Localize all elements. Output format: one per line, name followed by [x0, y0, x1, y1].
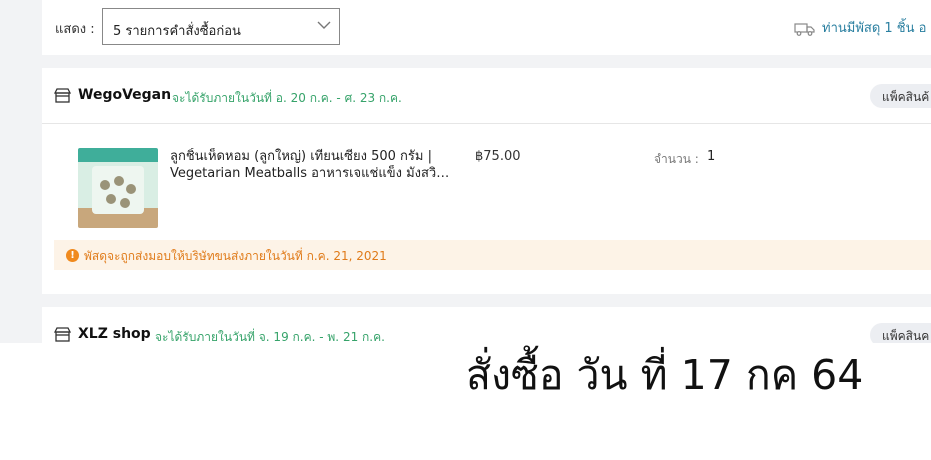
- product-name[interactable]: ลูกชิ้นเห็ดหอม (ลูกใหญ่) เทียนเซียง 500 …: [170, 148, 455, 182]
- product-package: [92, 166, 144, 214]
- shop-header: XLZ shop จะได้รับภายในวันที่ จ. 19 ก.ค. …: [42, 307, 931, 343]
- parcel-info-link[interactable]: ท่านมีพัสดุ 1 ชิ้น อ: [794, 17, 926, 38]
- delivery-estimate: จะได้รับภายในวันที่ อ. 20 ก.ค. - ศ. 23 ก…: [172, 91, 402, 105]
- product-name-line-1: ลูกชิ้นเห็ดหอม (ลูกใหญ่) เทียนเซียง 500 …: [170, 149, 432, 164]
- meatball: [114, 176, 124, 186]
- truck-icon: [794, 22, 815, 36]
- left-gutter: [0, 0, 42, 343]
- quantity-value: 1: [707, 149, 716, 164]
- product-name-line-2: Vegetarian Meatballs อาหารเจแช่แข็ง มังส…: [170, 166, 455, 181]
- order-count-select[interactable]: 5 รายการคำสั่งซื้อก่อน: [102, 8, 340, 45]
- product-image[interactable]: [78, 148, 158, 228]
- meatball: [126, 184, 136, 194]
- shipping-notice: ! พัสดุจะถูกส่งมอบให้บริษัทขนส่งภายในวัน…: [54, 240, 931, 270]
- meatball: [120, 198, 130, 208]
- chevron-down-icon: [317, 21, 331, 29]
- shop-name[interactable]: WegoVegan: [78, 87, 171, 103]
- store-icon: [54, 88, 71, 103]
- quantity-label: จำนวน :: [654, 152, 699, 166]
- delivery-estimate: จะได้รับภายในวันที่ จ. 19 ก.ค. - พ. 21 ก…: [155, 330, 385, 343]
- order-count-select-value: 5 รายการคำสั่งซื้อก่อน: [113, 24, 241, 39]
- order-toolbar: แสดง : 5 รายการคำสั่งซื้อก่อน ท่านมีพัสด…: [42, 0, 931, 55]
- order-list-screen: แสดง : 5 รายการคำสั่งซื้อก่อน ท่านมีพัสด…: [0, 0, 931, 343]
- meatball: [100, 180, 110, 190]
- shop-header: WegoVegan จะได้รับภายในวันที่ อ. 20 ก.ค.…: [42, 68, 931, 124]
- store-icon: [54, 327, 71, 342]
- product-price: ฿75.00: [475, 149, 521, 164]
- pack-status-badge: แพ็คสินค้: [870, 84, 931, 108]
- shipping-notice-text: พัสดุจะถูกส่งมอบให้บริษัทขนส่งภายในวันที…: [84, 249, 387, 263]
- order-card-wegovegan: WegoVegan จะได้รับภายในวันที่ อ. 20 ก.ค.…: [42, 68, 931, 294]
- order-date-caption: สั่งซื้อ วัน ที่ 17 กค 64: [466, 351, 864, 399]
- pack-status-badge: แพ็คสินค: [870, 323, 931, 343]
- meatball: [106, 194, 116, 204]
- parcel-info-text: ท่านมีพัสดุ 1 ชิ้น อ: [822, 21, 927, 36]
- warning-icon: !: [66, 249, 79, 262]
- show-label: แสดง :: [55, 22, 95, 37]
- order-card-xlz-shop: XLZ shop จะได้รับภายในวันที่ จ. 19 ก.ค. …: [42, 307, 931, 343]
- shop-name[interactable]: XLZ shop: [78, 326, 151, 342]
